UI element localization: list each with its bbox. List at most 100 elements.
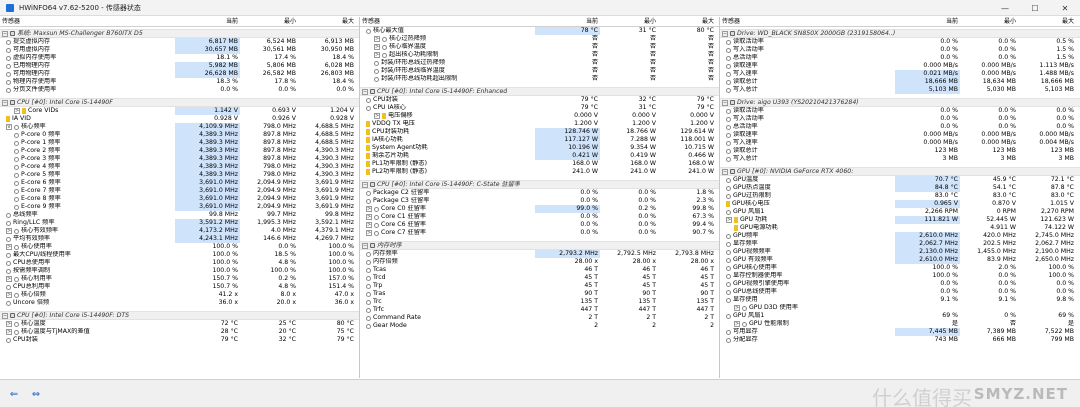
sensor-row[interactable]: Tras 90 T 90 T 90 T	[360, 290, 719, 298]
chevron-right-icon[interactable]: >	[374, 44, 380, 50]
sensor-row[interactable]: 显存使用 9.1 % 9.1 % 9.8 %	[720, 296, 1080, 304]
sensor-row[interactable]: IA VID 0.928 V 0.926 V 0.928 V	[0, 115, 359, 123]
sensor-row[interactable]: > GPU 功耗 111.821 W 52.445 W 121.623 W	[720, 216, 1080, 224]
sensor-row[interactable]: E-core 7 频率 3,691.0 MHz 2,094.9 MHz 3,691.9…	[0, 187, 359, 195]
sensor-row[interactable]: 总活动率 0.0 % 0.0 % 1.5 %	[720, 54, 1080, 62]
sensor-row[interactable]: GPU视频引擎使用率 0.0 % 0.0 % 0.0 %	[720, 280, 1080, 288]
sensor-row[interactable]: > Core VIDs 1.142 V 0.693 V 1.204 V	[0, 107, 359, 115]
sensor-row[interactable]: GPU电源功耗 4.911 W 74.122 W	[720, 224, 1080, 232]
sensor-row[interactable]: 提交虚拟内存 6,817 MB 6,524 MB 6,913 MB	[0, 38, 359, 46]
sensor-row[interactable]: VDDQ TX 电压 1.200 V 1.200 V 1.200 V	[360, 120, 719, 128]
close-button[interactable]: ✕	[1050, 0, 1080, 16]
sensor-row[interactable]: Uncore 倍频 36.0 x 20.0 x 36.0 x	[0, 299, 359, 307]
sensor-group-header[interactable]: − CPU [#0]: Intel Core i5-14490F: C-State…	[360, 180, 719, 189]
chevron-right-icon[interactable]: >	[6, 292, 12, 298]
column-header-current[interactable]: 当前	[895, 17, 960, 26]
sensor-panel-3[interactable]: 传感器 当前 最小 最大 − Drive: WD_BLACK SN850X 2000GB …	[720, 17, 1080, 378]
sensor-group-header[interactable]: − CPU [#0]: Intel Core i5-14490F: DTS	[0, 311, 359, 320]
sensor-row[interactable]: 读取速率 0.000 MB/s 0.000 MB/s 1.113 MB/s	[720, 62, 1080, 70]
sensor-row[interactable]: > 电压偏移 0.000 V 0.000 V 0.000 V	[360, 112, 719, 120]
sensor-row[interactable]: P-core 3 频率 4,389.3 MHz 897.8 MHz 4,390.3 M…	[0, 155, 359, 163]
sensor-row[interactable]: 按需频率调制 100.0 % 100.0 % 100.0 %	[0, 267, 359, 275]
sensor-row[interactable]: > GPU 性能限制 是 否 是	[720, 320, 1080, 328]
sensor-row[interactable]: P-core 5 频率 4,389.3 MHz 798.0 MHz 4,390.3 M…	[0, 171, 359, 179]
sensor-row[interactable]: 核心最大值 78 °C 31 °C 80 °C	[360, 27, 719, 35]
maximize-button[interactable]: ☐	[1020, 0, 1050, 16]
sensor-row[interactable]: > 核心倍频 41.2 x 8.0 x 47.0 x	[0, 291, 359, 299]
chevron-right-icon[interactable]: >	[366, 214, 372, 220]
sensor-row[interactable]: P-core 2 频率 4,389.3 MHz 897.8 MHz 4,390.3 M…	[0, 147, 359, 155]
sensor-row[interactable]: 最大CPU/线程使用率 100.0 % 18.5 % 100.0 %	[0, 251, 359, 259]
chevron-right-icon[interactable]: >	[6, 276, 12, 282]
sensor-row[interactable]: > 超出核心功耗限制 否 否 否	[360, 51, 719, 59]
sensor-row[interactable]: Trp 45 T 45 T 45 T	[360, 282, 719, 290]
sensor-row[interactable]: CPU IA核心 79 °C 31 °C 79 °C	[360, 104, 719, 112]
sensor-row[interactable]: PL2功率限制 (静态) 241.0 W 241.0 W 241.0 W	[360, 168, 719, 176]
sensor-row[interactable]: Trfc 447 T 447 T 447 T	[360, 306, 719, 314]
sensor-row[interactable]: CPU封装 79 °C 32 °C 79 °C	[0, 336, 359, 344]
sensor-group-header[interactable]: − GPU [#0]: NVIDIA GeForce RTX 4060:	[720, 167, 1080, 176]
sensor-group-header[interactable]: − 系统: Maxsun MS-Challenger B760ITX D5	[0, 29, 359, 38]
column-header-max[interactable]: 最大	[298, 17, 356, 26]
sensor-row[interactable]: 写入活动率 0.0 % 0.0 % 1.5 %	[720, 46, 1080, 54]
sensor-panel-2[interactable]: 传感器 当前 最小 最大 核心最大值 78 °C 31 °C 80 °C > 核心过热降频否否否 >…	[360, 17, 720, 378]
sensor-row[interactable]: 写入速率 0.000 MB/s 0.000 MB/s 0.004 MB/s	[720, 139, 1080, 147]
sensor-row[interactable]: GPU过热限制 83.0 °C 83.0 °C 83.0 °C	[720, 192, 1080, 200]
sensor-row[interactable]: 显存控制器使用率 100.0 % 0.0 % 100.0 %	[720, 272, 1080, 280]
sensor-row[interactable]: CPU总使用率 100.0 % 4.8 % 100.0 %	[0, 259, 359, 267]
chevron-down-icon[interactable]: v	[6, 124, 12, 130]
sensor-row[interactable]: Command Rate 2 T 2 T 2 T	[360, 314, 719, 322]
back-icon[interactable]: ⇐	[4, 388, 24, 400]
sensor-row[interactable]: E-core 8 频率 3,691.0 MHz 2,094.9 MHz 3,691.9…	[0, 195, 359, 203]
collapse-icon[interactable]: −	[362, 242, 368, 249]
sensor-row[interactable]: > 核心温度 72 °C 25 °C 80 °C	[0, 320, 359, 328]
column-header-current[interactable]: 当前	[535, 17, 600, 26]
column-header-max[interactable]: 最大	[658, 17, 716, 26]
sensor-row[interactable]: 内存倍频 28.00 x 28.00 x 28.00 x	[360, 258, 719, 266]
sensor-row[interactable]: P-core 1 频率 4,389.3 MHz 897.8 MHz 4,688.5 M…	[0, 139, 359, 147]
sensor-row[interactable]: 虚拟内存使用率 18.1 % 17.4 % 18.4 %	[0, 54, 359, 62]
sensor-row[interactable]: Package C2 驻留率 0.0 % 0.0 % 1.8 %	[360, 189, 719, 197]
sensor-row[interactable]: > 核心温度与TjMAX的差值 28 °C 20 °C 75 °C	[0, 328, 359, 336]
sensor-row[interactable]: > Core C7 驻留率 0.0 % 0.0 % 90.7 %	[360, 229, 719, 237]
sensor-group-header[interactable]: − CPU [#0]: Intel Core i5-14490F	[0, 98, 359, 107]
sensor-row[interactable]: Trc 135 T 135 T 135 T	[360, 298, 719, 306]
chevron-right-icon[interactable]: >	[6, 228, 12, 234]
sensor-row[interactable]: P-core 4 频率 4,389.3 MHz 798.0 MHz 4,390.3 M…	[0, 163, 359, 171]
sensor-row[interactable]: 总线频率 99.8 MHz 99.7 MHz 99.8 MHz	[0, 211, 359, 219]
collapse-icon[interactable]: −	[2, 30, 8, 37]
chevron-right-icon[interactable]: >	[366, 222, 372, 228]
sensor-row[interactable]: Package C3 驻留率 0.0 % 0.0 % 2.3 %	[360, 197, 719, 205]
sensor-row[interactable]: > GPU D3D 使用率	[720, 304, 1080, 312]
sensor-row[interactable]: 写入活动率 0.0 % 0.0 % 0.0 %	[720, 115, 1080, 123]
chevron-right-icon[interactable]: >	[734, 321, 740, 327]
chevron-right-icon[interactable]: >	[374, 113, 380, 119]
collapse-icon[interactable]: −	[722, 99, 728, 106]
chevron-right-icon[interactable]: >	[374, 36, 380, 42]
sensor-row[interactable]: 分配显存 743 MB 666 MB 799 MB	[720, 336, 1080, 344]
sensor-row[interactable]: > Core C0 驻留率 99.0 % 0.2 % 99.8 %	[360, 205, 719, 213]
sensor-row[interactable]: > Core C6 驻留率 0.0 % 0.0 % 99.4 %	[360, 221, 719, 229]
sensor-row[interactable]: GPU热点温度 84.8 °C 54.1 °C 87.8 °C	[720, 184, 1080, 192]
sensor-row[interactable]: 可用显存 7,445 MB 7,389 MB 7,522 MB	[720, 328, 1080, 336]
sensor-row[interactable]: > 核心过热降频 否 否 否	[360, 35, 719, 43]
sensor-row[interactable]: 可用虚拟内存 30,657 MB 30,561 MB 30,950 MB	[0, 46, 359, 54]
sensor-row[interactable]: GPU温度 70.7 °C 45.9 °C 72.1 °C	[720, 176, 1080, 184]
chevron-right-icon[interactable]: >	[734, 305, 740, 311]
sensor-row[interactable]: 物理内存使用率 18.3 % 17.8 % 18.4 %	[0, 78, 359, 86]
sensor-row[interactable]: 平均有效频率 4,243.1 MHz 146.6 MHz 4,269.7 MHz	[0, 235, 359, 243]
sensor-row[interactable]: 写入总计 5,103 MB 5,030 MB 5,103 MB	[720, 86, 1080, 94]
sensor-row[interactable]: Ring/LLC 频率 3,591.2 MHz 1,995.3 MHz 3,592.1…	[0, 219, 359, 227]
collapse-icon[interactable]: −	[362, 181, 368, 188]
sensor-row[interactable]: 封装/环形总线临界温度 否 否 否	[360, 67, 719, 75]
sensor-row[interactable]: Tcas 46 T 46 T 46 T	[360, 266, 719, 274]
sensor-row[interactable]: 读取速率 0.000 MB/s 0.000 MB/s 0.000 MB/s	[720, 131, 1080, 139]
sensor-row[interactable]: 总活动率 0.0 % 0.0 % 0.0 %	[720, 123, 1080, 131]
sensor-row[interactable]: System Agent功耗 10.196 W 9.354 W 10.715 W	[360, 144, 719, 152]
sensor-group-header[interactable]: − Drive: aigo U393 (YS20210421376284)	[720, 98, 1080, 107]
sensor-row[interactable]: Gear Mode 2 2 2	[360, 322, 719, 330]
sensor-row[interactable]: > 核心临界温度 否 否 否	[360, 43, 719, 51]
sensor-row[interactable]: Trcd 45 T 45 T 45 T	[360, 274, 719, 282]
sensor-group-header[interactable]: − CPU [#0]: Intel Core i5-14490F: Enhance…	[360, 87, 719, 96]
sensor-row[interactable]: GPU 有效频率 2,610.0 MHz 83.9 MHz 2,650.0 MHz	[720, 256, 1080, 264]
